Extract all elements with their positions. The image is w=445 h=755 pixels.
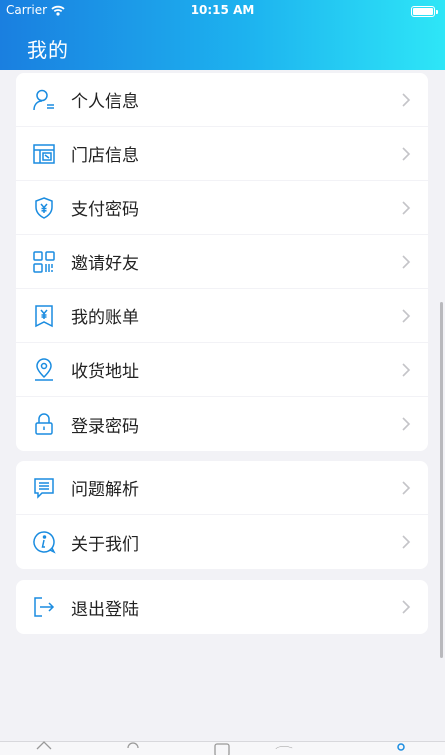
menu-item-about-us[interactable]: 关于我们	[16, 515, 428, 569]
user-profile-icon	[32, 88, 56, 112]
menu-item-personal-info[interactable]: 个人信息	[16, 73, 428, 127]
menu-item-label: 登录密码	[71, 416, 139, 437]
tab-bar	[0, 741, 445, 755]
bill-icon	[32, 304, 56, 328]
menu-item-payment-password[interactable]: 支付密码	[16, 181, 428, 235]
message-tab-icon[interactable]	[213, 740, 231, 755]
category-tab-icon[interactable]	[124, 740, 142, 755]
home-tab-icon[interactable]	[35, 740, 53, 755]
cart-tab-icon[interactable]	[275, 740, 321, 755]
menu-item-label: 关于我们	[71, 534, 139, 555]
menu-item-label: 退出登陆	[71, 599, 139, 620]
menu-item-logout[interactable]: 退出登陆	[16, 580, 428, 634]
menu-item-faq[interactable]: 问题解析	[16, 461, 428, 515]
chevron-right-icon	[402, 147, 411, 161]
menu-item-label: 个人信息	[71, 92, 139, 112]
chevron-right-icon	[402, 481, 411, 495]
logout-icon	[32, 595, 56, 619]
menu-item-label: 邀请好友	[71, 254, 139, 274]
menu-item-login-password[interactable]: 登录密码	[16, 397, 428, 451]
store-icon	[32, 142, 56, 166]
menu-item-my-bill[interactable]: 我的账单	[16, 289, 428, 343]
menu-group-session: 退出登陆	[16, 580, 428, 634]
menu-item-shipping-address[interactable]: 收货地址	[16, 343, 428, 397]
status-time: 10:15 AM	[190, 3, 255, 17]
menu-item-label: 门店信息	[71, 146, 139, 166]
menu-item-label: 问题解析	[71, 480, 139, 500]
qr-code-icon	[32, 250, 56, 274]
scroll-indicator[interactable]	[440, 302, 443, 658]
chevron-right-icon	[402, 600, 411, 614]
chevron-right-icon	[402, 417, 411, 431]
chevron-right-icon	[402, 363, 411, 377]
info-icon	[32, 530, 56, 554]
battery-icon	[411, 6, 438, 17]
menu-item-invite-friends[interactable]: 邀请好友	[16, 235, 428, 289]
menu-group-account: 个人信息 门店信息 支付密码 邀请好友 我的账单 收货地址 登录密码	[16, 73, 428, 451]
chevron-right-icon	[402, 93, 411, 107]
menu-item-label: 我的账单	[71, 308, 139, 328]
chevron-right-icon	[402, 201, 411, 215]
lock-icon	[32, 412, 56, 436]
chevron-right-icon	[402, 309, 411, 323]
menu-item-store-info[interactable]: 门店信息	[16, 127, 428, 181]
shield-yuan-icon	[32, 196, 56, 220]
profile-tab-icon[interactable]	[392, 740, 410, 755]
chevron-right-icon	[402, 535, 411, 549]
location-pin-icon	[32, 358, 56, 382]
page-title: 我的	[27, 38, 69, 62]
menu-item-label: 收货地址	[71, 362, 139, 382]
chevron-right-icon	[402, 255, 411, 269]
message-list-icon	[32, 476, 56, 500]
menu-group-help: 问题解析 关于我们	[16, 461, 428, 569]
menu-item-label: 支付密码	[71, 200, 139, 220]
status-bar: Carrier 10:15 AM	[0, 0, 445, 22]
header-bar: Carrier 10:15 AM 我的	[0, 0, 445, 70]
